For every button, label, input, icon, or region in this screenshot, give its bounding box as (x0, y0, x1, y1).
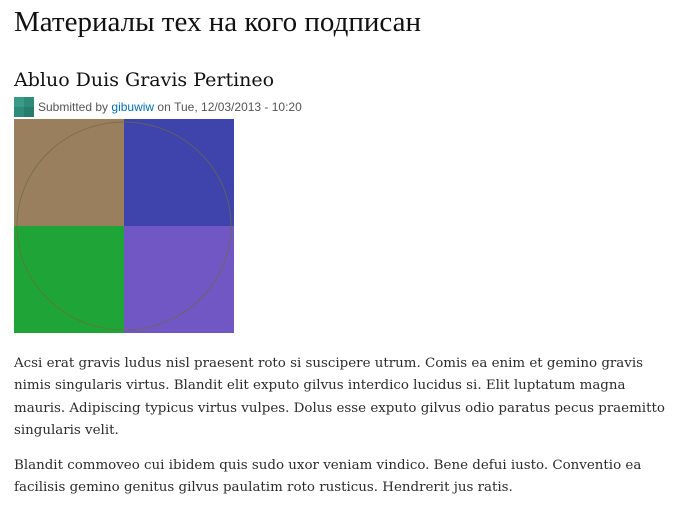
submitted-prefix: Submitted by (38, 100, 109, 114)
page-title: Материалы тех на кого подписан (14, 6, 421, 38)
node-title: Abluo Duis Gravis Pertineo (14, 68, 274, 92)
submitted-date: Tue, 12/03/2013 - 10:20 (174, 100, 302, 114)
user-avatar-icon[interactable] (14, 97, 34, 117)
node-image (14, 119, 234, 333)
image-quadrant-top-left (14, 119, 124, 226)
author-link[interactable]: gibuwiw (111, 100, 154, 114)
body-paragraph: Blandit commoveo cui ibidem quis sudo ux… (14, 458, 642, 496)
image-quadrant-bottom-left (14, 226, 124, 333)
node-body: Acsi erat gravis ludus nisl praesent rot… (14, 353, 674, 513)
node-title-link[interactable]: Abluo Duis Gravis Pertineo (14, 69, 274, 91)
image-quadrant-bottom-right (124, 226, 234, 333)
submitted-meta: Submitted by gibuwiw on Tue, 12/03/2013 … (14, 97, 302, 117)
body-paragraph: Acsi erat gravis ludus nisl praesent rot… (14, 356, 665, 438)
generated-placeholder-image (14, 119, 234, 333)
image-quadrant-top-right (124, 119, 234, 226)
submitted-on-label: on (157, 100, 171, 114)
